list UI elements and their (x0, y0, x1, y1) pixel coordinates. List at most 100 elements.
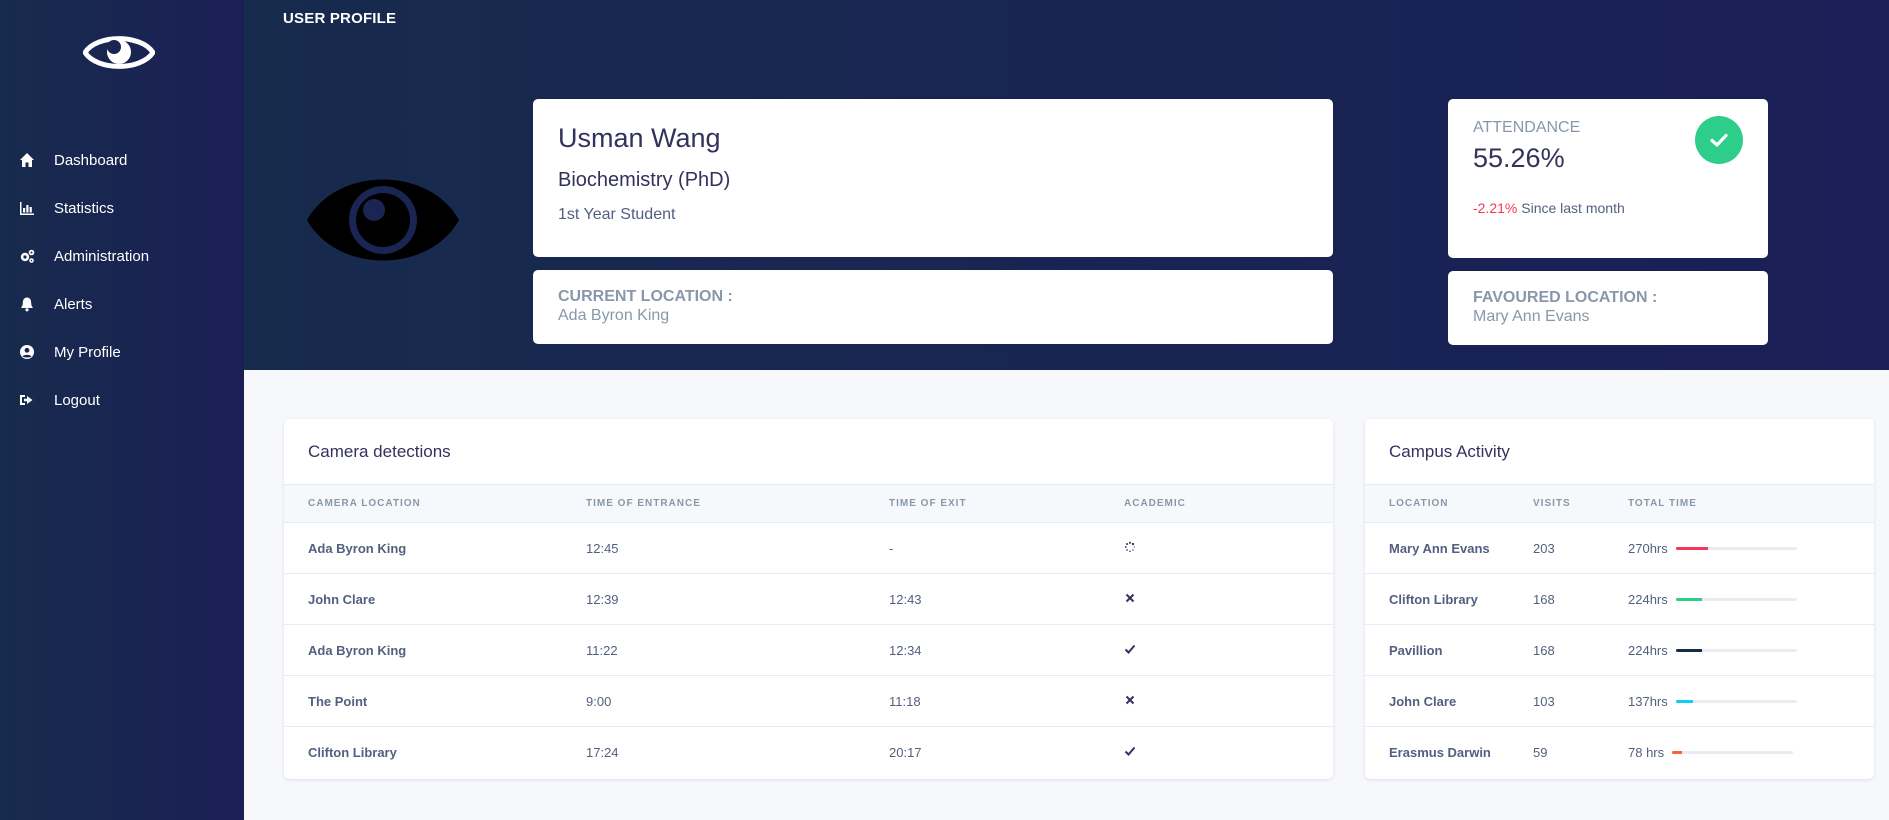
table-row[interactable]: John Clare 103 137hrs (1365, 676, 1874, 727)
camera-location-cell: Ada Byron King (308, 540, 407, 556)
table-row[interactable]: Pavillion 168 224hrs (1365, 625, 1874, 676)
total-time-cell: 137hrs (1628, 694, 1868, 709)
check-icon (1124, 643, 1136, 658)
eye-logo-icon[interactable] (83, 30, 155, 75)
table-row[interactable]: The Point 9:00 11:18 (284, 676, 1333, 727)
table-row[interactable]: Clifton Library 17:24 20:17 (284, 727, 1333, 778)
sidebar-item-label: My Profile (54, 343, 121, 361)
profile-degree: Biochemistry (PhD) (558, 169, 731, 191)
column-header[interactable]: TIME OF EXIT (889, 498, 1124, 509)
table-header: CAMERA LOCATION TIME OF ENTRANCE TIME OF… (284, 485, 1333, 523)
attendance-card: ATTENDANCE 55.26% -2.21% Since last mont… (1448, 99, 1768, 258)
progress-bar (1675, 699, 1797, 703)
academic-cell (1124, 592, 1324, 607)
exit-time-cell: 12:43 (889, 591, 922, 607)
progress-fill (1675, 546, 1709, 550)
sign-out-icon (18, 391, 36, 409)
camera-location-cell: John Clare (308, 591, 376, 607)
attendance-change: -2.21% (1473, 200, 1518, 216)
campus-activity-panel: Campus Activity LOCATION VISITS TOTAL TI… (1365, 419, 1874, 779)
current-location-caption: CURRENT LOCATION : (558, 288, 733, 305)
academic-cell (1124, 541, 1324, 556)
entrance-time-cell: 12:45 (586, 540, 619, 556)
table-row[interactable]: John Clare 12:39 12:43 (284, 574, 1333, 625)
profile-name: Usman Wang (558, 123, 721, 153)
profile-card: Usman Wang Biochemistry (PhD) 1st Year S… (533, 99, 1333, 257)
activity-location-cell: John Clare (1389, 693, 1457, 709)
table-body: Ada Byron King 12:45 - John Clare 12:39 12:43… (284, 523, 1333, 778)
visits-cell: 103 (1533, 693, 1555, 709)
exit-time-cell: 12:34 (889, 642, 922, 658)
table-row[interactable]: Mary Ann Evans 203 270hrs (1365, 523, 1874, 574)
column-header[interactable]: CAMERA LOCATION (284, 498, 586, 509)
progress-bar (1675, 648, 1797, 652)
sidebar-item-administration[interactable]: Administration (0, 232, 244, 280)
sidebar-item-alerts[interactable]: Alerts (0, 280, 244, 328)
total-time-value: 78 hrs (1628, 745, 1665, 760)
total-time-cell: 78 hrs (1628, 745, 1868, 760)
camera-location-cell: Ada Byron King (308, 642, 407, 658)
table-row[interactable]: Erasmus Darwin 59 78 hrs (1365, 727, 1874, 778)
close-icon (1124, 694, 1136, 709)
exit-time-cell: - (889, 540, 894, 556)
attendance-since: Since last month (1521, 200, 1625, 216)
spinner-icon (1124, 541, 1136, 556)
table-row[interactable]: Ada Byron King 12:45 - (284, 523, 1333, 574)
column-header[interactable]: TOTAL TIME (1628, 498, 1868, 509)
current-location-value: Ada Byron King (558, 307, 670, 324)
total-time-cell: 270hrs (1628, 541, 1868, 556)
attendance-subtext: -2.21% Since last month (1473, 200, 1743, 216)
table-body: Mary Ann Evans 203 270hrs Clifton Library 16… (1365, 523, 1874, 778)
entrance-time-cell: 17:24 (586, 745, 619, 760)
column-header[interactable]: ACADEMIC (1124, 498, 1324, 509)
column-header[interactable]: LOCATION (1365, 498, 1533, 509)
sidebar-item-label: Statistics (54, 199, 115, 217)
activity-location-cell: Clifton Library (1389, 591, 1478, 607)
progress-bar (1675, 597, 1797, 601)
close-icon (1124, 592, 1136, 607)
total-time-cell: 224hrs (1628, 643, 1868, 658)
progress-fill (1675, 648, 1703, 652)
visits-cell: 168 (1533, 591, 1555, 607)
visits-cell: 59 (1533, 745, 1548, 760)
sidebar-item-my-profile[interactable]: My Profile (0, 328, 244, 376)
progress-fill (1675, 597, 1703, 601)
entrance-time-cell: 9:00 (586, 693, 612, 709)
favoured-location-value: Mary Ann Evans (1473, 308, 1590, 325)
entrance-time-cell: 11:22 (586, 642, 618, 658)
activity-location-cell: Erasmus Darwin (1389, 745, 1491, 760)
table-row[interactable]: Clifton Library 168 224hrs (1365, 574, 1874, 625)
total-time-value: 270hrs (1628, 540, 1668, 556)
total-time-cell: 224hrs (1628, 592, 1868, 607)
table-header: LOCATION VISITS TOTAL TIME (1365, 485, 1874, 523)
sidebar-item-label: Alerts (54, 295, 93, 313)
sidebar-item-dashboard[interactable]: Dashboard (0, 136, 244, 184)
campus-activity-title: Campus Activity (1365, 419, 1874, 485)
sidebar: Dashboard Statistics Administration Aler… (0, 0, 244, 820)
visits-cell: 203 (1533, 540, 1555, 556)
progress-fill (1675, 699, 1693, 703)
sidebar-item-statistics[interactable]: Statistics (0, 184, 244, 232)
total-time-value: 224hrs (1628, 642, 1668, 658)
check-icon (1695, 116, 1743, 164)
page-title: USER PROFILE (283, 10, 397, 27)
total-time-value: 224hrs (1628, 591, 1668, 607)
column-header[interactable]: TIME OF ENTRANCE (586, 498, 889, 509)
cogs-icon (18, 247, 36, 265)
column-header[interactable]: VISITS (1533, 498, 1628, 509)
exit-time-cell: 20:17 (889, 745, 922, 760)
camera-detections-panel: Camera detections CAMERA LOCATION TIME O… (284, 419, 1333, 779)
profile-year: 1st Year Student (558, 206, 676, 223)
table-row[interactable]: Ada Byron King 11:22 12:34 (284, 625, 1333, 676)
sidebar-item-label: Dashboard (54, 151, 128, 169)
sidebar-item-logout[interactable]: Logout (0, 376, 244, 424)
favoured-location-card: FAVOURED LOCATION : Mary Ann Evans (1448, 271, 1768, 345)
camera-location-cell: The Point (308, 693, 368, 709)
total-time-value: 137hrs (1628, 693, 1668, 709)
bar-chart-icon (18, 199, 36, 217)
check-icon (1124, 745, 1136, 760)
progress-bar (1672, 751, 1794, 754)
progress-bar (1675, 546, 1797, 550)
academic-cell (1124, 643, 1324, 658)
activity-location-cell: Pavillion (1389, 642, 1443, 658)
